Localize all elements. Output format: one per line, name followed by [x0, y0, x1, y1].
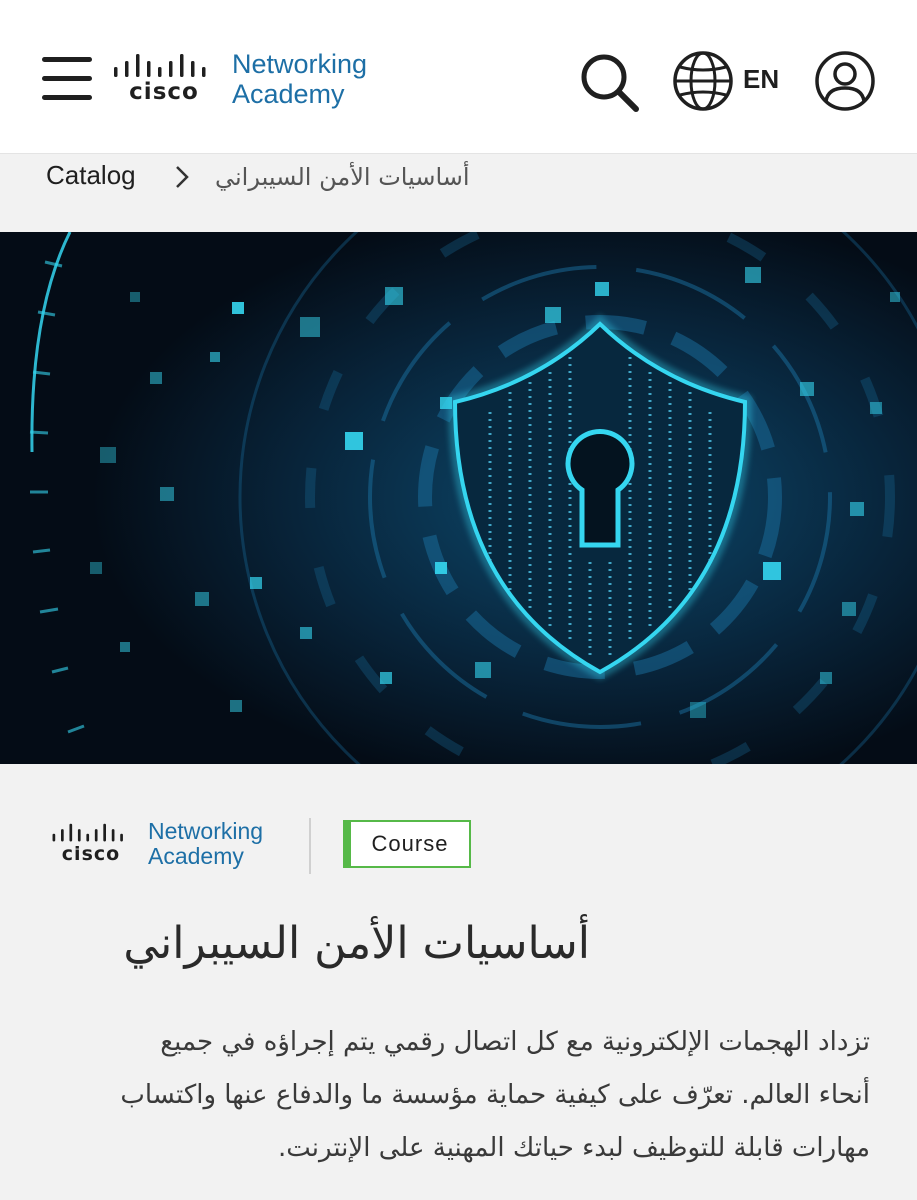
user-icon[interactable]	[814, 50, 876, 116]
academy-line2: Academy	[148, 843, 244, 870]
breadcrumb-current: أساسيات الأمن السيبراني	[215, 163, 470, 191]
cisco-logo: cisco	[112, 53, 216, 105]
description-line: أنحاء العالم. تعرّف على كيفية حماية مؤسس…	[120, 1080, 870, 1110]
language-selector[interactable]: EN	[743, 64, 779, 95]
cisco-bars-icon	[114, 53, 206, 77]
search-icon[interactable]	[579, 52, 641, 118]
description-line: مهارات قابلة للتوظيف لبدء حياتك المهنية …	[277, 1133, 870, 1163]
cisco-logo: cisco	[48, 823, 134, 865]
academy-line1: Networking	[148, 818, 264, 844]
cybersecurity-illustration	[0, 232, 917, 764]
cisco-networking-academy-logo[interactable]: cisco Networking Academy	[112, 48, 367, 109]
chevron-right-icon	[172, 163, 192, 195]
globe-icon[interactable]	[672, 50, 734, 116]
breadcrumb-catalog-link[interactable]: Catalog	[46, 160, 136, 191]
academy-wordmark: Networking Academy	[148, 818, 264, 870]
menu-icon[interactable]	[42, 57, 92, 101]
description-line: تزداد الهجمات الإلكترونية مع كل اتصال رق…	[160, 1027, 870, 1057]
top-header: cisco Networking Academy EN	[0, 0, 917, 154]
course-title: أساسيات الأمن السيبراني	[123, 918, 590, 969]
course-type-badge: Course	[343, 820, 471, 868]
cisco-wordmark: cisco	[129, 78, 199, 105]
logo-divider	[309, 818, 311, 874]
course-description: تزداد الهجمات الإلكترونية مع كل اتصال رق…	[44, 1016, 870, 1175]
cisco-wordmark: cisco	[61, 843, 121, 866]
academy-line1: Networking	[232, 49, 368, 79]
course-provider-logo: cisco Networking Academy	[48, 818, 264, 870]
academy-wordmark: Networking Academy	[232, 49, 368, 109]
academy-line2: Academy	[232, 78, 345, 109]
cisco-bars-icon	[52, 824, 123, 842]
hero-image	[0, 232, 917, 764]
